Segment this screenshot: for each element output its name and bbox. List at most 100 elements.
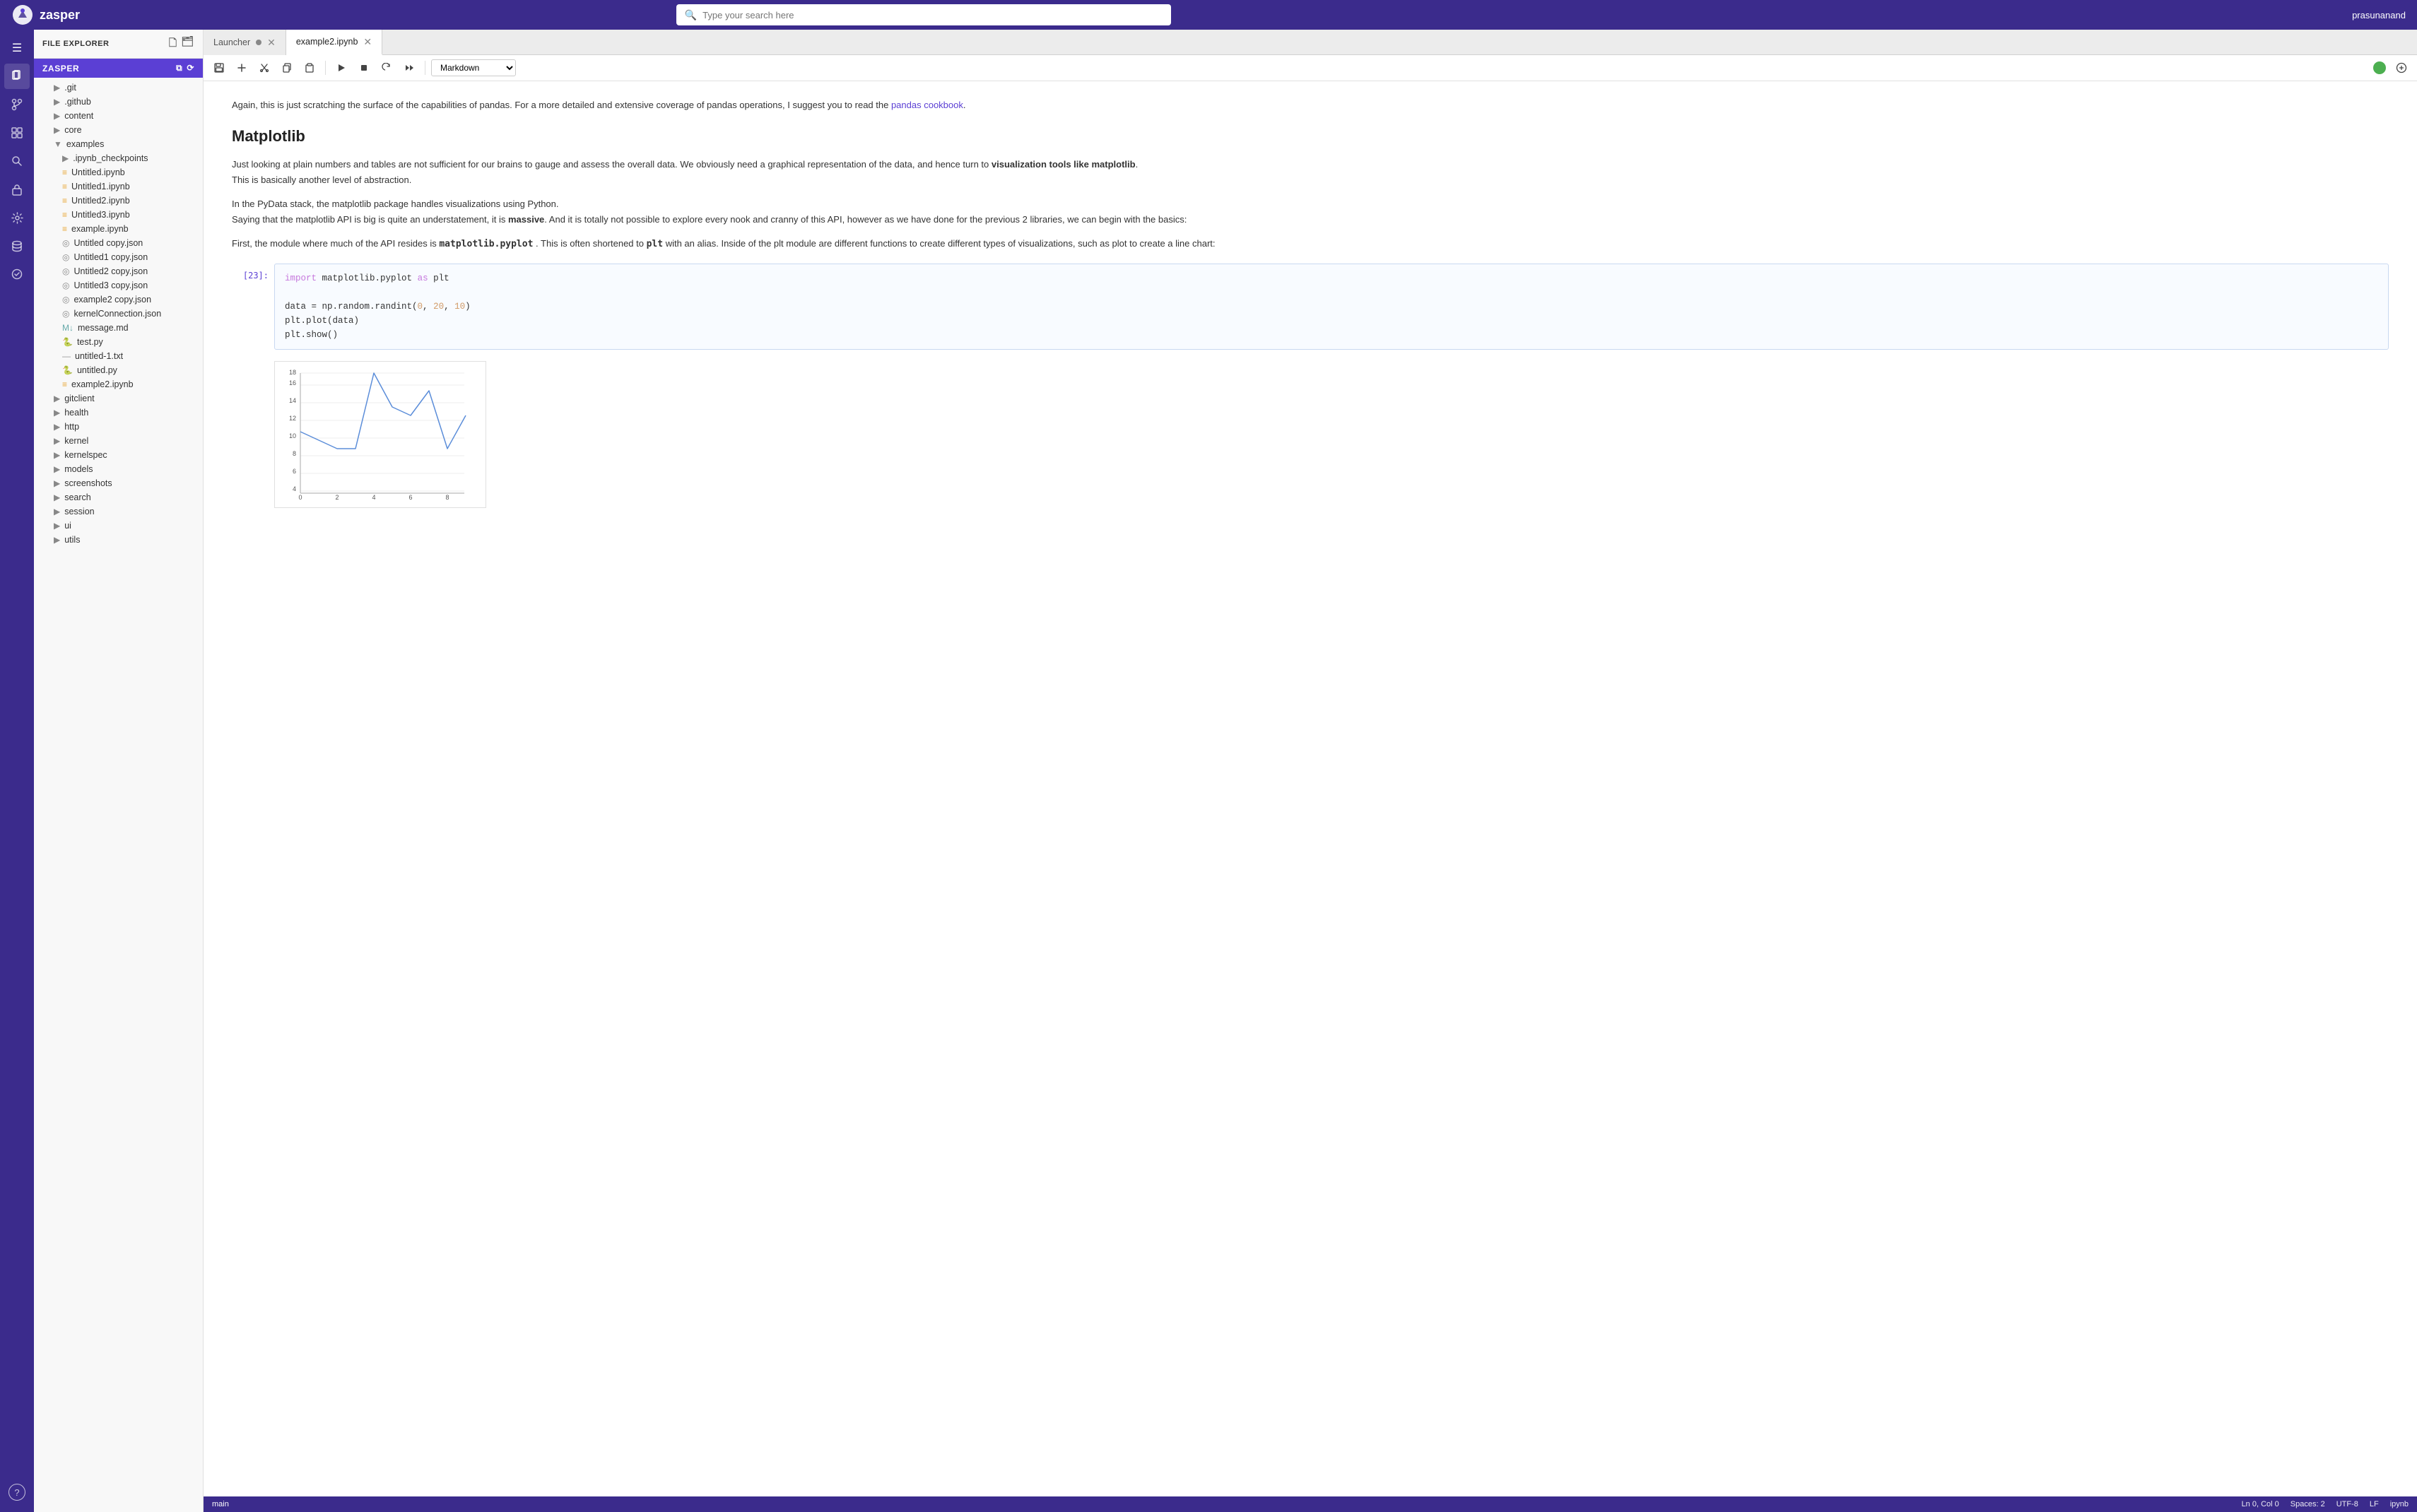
cut-button[interactable] <box>254 58 274 78</box>
folder-icon: ▶ <box>62 153 69 163</box>
code-cell-23: [23]: import matplotlib.pyplot as plt da… <box>232 264 2389 350</box>
sidebar-item-gitclient-folder[interactable]: ▶ gitclient <box>34 391 203 406</box>
chart-output: 4 6 8 10 12 14 16 18 0 2 4 6 8 <box>274 361 486 508</box>
sidebar-item-models-folder[interactable]: ▶ models <box>34 462 203 476</box>
sidebar-label: example2 copy.json <box>73 295 151 305</box>
add-cell-button[interactable] <box>232 58 252 78</box>
toolbar-right <box>2373 58 2411 78</box>
sidebar-item-message-md[interactable]: M↓ message.md <box>34 321 203 335</box>
sidebar-item-untitled2-ipynb[interactable]: ≡ Untitled2.ipynb <box>34 194 203 208</box>
logo-text: zasper <box>40 8 80 23</box>
sidebar-item-untitled-copy-json[interactable]: ◎ Untitled copy.json <box>34 236 203 250</box>
sidebar-label: Untitled2.ipynb <box>71 196 130 206</box>
paragraph-1-bold: visualization tools like matplotlib <box>992 159 1136 170</box>
sidebar-item-example2-copy-json[interactable]: ◎ example2 copy.json <box>34 293 203 307</box>
sidebar-item-ui-folder[interactable]: ▶ ui <box>34 519 203 533</box>
save-button[interactable] <box>209 58 229 78</box>
tab-launcher-close[interactable]: ✕ <box>267 37 276 47</box>
sidebar-item-help[interactable]: ? <box>8 1484 25 1501</box>
pandas-cookbook-link[interactable]: pandas cookbook <box>891 100 963 110</box>
json-icon: ◎ <box>62 266 69 276</box>
sidebar-item-kernelspec-folder[interactable]: ▶ kernelspec <box>34 448 203 462</box>
sidebar-item-settings[interactable] <box>4 205 30 230</box>
sidebar-item-test-py[interactable]: 🐍 test.py <box>34 335 203 349</box>
folder-icon: ▶ <box>54 422 60 432</box>
x-label-4: 4 <box>372 494 375 501</box>
sidebar-item-session-folder[interactable]: ▶ session <box>34 504 203 519</box>
chart-line <box>300 373 466 449</box>
sidebar-item-extensions[interactable] <box>4 120 30 146</box>
sidebar-item-kernel-folder[interactable]: ▶ kernel <box>34 434 203 448</box>
fast-forward-button[interactable] <box>399 58 419 78</box>
sidebar-item-files[interactable] <box>4 64 30 89</box>
sidebar-item-lock[interactable] <box>4 177 30 202</box>
y-label-16: 16 <box>289 379 296 386</box>
para3-code2: plt <box>647 239 663 249</box>
sidebar-item-untitled1-copy-json[interactable]: ◎ Untitled1 copy.json <box>34 250 203 264</box>
sidebar-item-github-folder[interactable]: ▶ .github <box>34 95 203 109</box>
sidebar-item-untitled-1-txt[interactable]: — untitled-1.txt <box>34 349 203 363</box>
cell-type-select[interactable]: Markdown Code Raw <box>431 59 516 76</box>
kw-as: as <box>418 273 428 283</box>
sidebar-item-screenshots-folder[interactable]: ▶ screenshots <box>34 476 203 490</box>
sidebar-item-search-nav[interactable] <box>4 148 30 174</box>
folder-icon: ▶ <box>54 394 60 403</box>
sidebar-label: Untitled2 copy.json <box>73 266 148 276</box>
extensions-icon <box>11 126 23 139</box>
activity-bar: ☰ <box>0 30 34 1512</box>
copy-button[interactable] <box>277 58 297 78</box>
sidebar-item-checkmark[interactable] <box>4 261 30 287</box>
search-bar[interactable]: 🔍 <box>676 4 1171 25</box>
sidebar-item-database[interactable] <box>4 233 30 259</box>
matplotlib-chart: 4 6 8 10 12 14 16 18 0 2 4 6 8 <box>281 367 478 502</box>
sidebar-item-example-ipynb[interactable]: ≡ example.ipynb <box>34 222 203 236</box>
toolbar-separator-1 <box>325 61 326 75</box>
run-button[interactable] <box>331 58 351 78</box>
y-label-10: 10 <box>289 432 296 439</box>
help-icon: ? <box>14 1487 19 1498</box>
sidebar-label: Untitled1.ipynb <box>71 182 130 191</box>
status-bar: main Ln 0, Col 0 Spaces: 2 UTF-8 LF ipyn… <box>204 1496 2417 1512</box>
tab-launcher[interactable]: Launcher ✕ <box>204 30 286 55</box>
sidebar-label: health <box>64 408 88 418</box>
brand-refresh-icon[interactable]: ⟳ <box>187 63 194 73</box>
sidebar-item-http-folder[interactable]: ▶ http <box>34 420 203 434</box>
restart-button[interactable] <box>377 58 396 78</box>
sidebar-item-menu[interactable]: ☰ <box>4 35 30 61</box>
folder-icon: ▶ <box>54 507 60 516</box>
x-label-8: 8 <box>445 494 449 501</box>
cut-icon <box>259 63 269 73</box>
sidebar-item-git[interactable] <box>4 92 30 117</box>
brand-copy-icon[interactable]: ⧉ <box>176 63 182 73</box>
new-file-icon[interactable]: 🗋 <box>169 35 177 52</box>
paste-button[interactable] <box>300 58 319 78</box>
sidebar-item-ipynb-checkpoints[interactable]: ▶ .ipynb_checkpoints <box>34 151 203 165</box>
sidebar-item-untitled3-copy-json[interactable]: ◎ Untitled3 copy.json <box>34 278 203 293</box>
tab-example2-ipynb[interactable]: example2.ipynb ✕ <box>286 30 382 55</box>
tab-example2-close[interactable]: ✕ <box>363 37 372 47</box>
sidebar-item-content-folder[interactable]: ▶ content <box>34 109 203 123</box>
sidebar-item-untitled-ipynb[interactable]: ≡ Untitled.ipynb <box>34 165 203 179</box>
sidebar-item-utils-folder[interactable]: ▶ utils <box>34 533 203 547</box>
new-folder-icon[interactable]: 🗂 <box>182 35 194 52</box>
sidebar-item-examples-folder[interactable]: ▼ examples <box>34 137 203 151</box>
sidebar-item-untitled3-ipynb[interactable]: ≡ Untitled3.ipynb <box>34 208 203 222</box>
sidebar-item-health-folder[interactable]: ▶ health <box>34 406 203 420</box>
sidebar-item-untitled1-ipynb[interactable]: ≡ Untitled1.ipynb <box>34 179 203 194</box>
sidebar-item-kernel-connection-json[interactable]: ◎ kernelConnection.json <box>34 307 203 321</box>
code-plain-comma1: , <box>423 302 433 312</box>
code-cell-content[interactable]: import matplotlib.pyplot as plt data = n… <box>274 264 2389 350</box>
sidebar-item-search-folder[interactable]: ▶ search <box>34 490 203 504</box>
sidebar-item-untitled2-copy-json[interactable]: ◎ Untitled2 copy.json <box>34 264 203 278</box>
stop-button[interactable] <box>354 58 374 78</box>
para2-sub: Saying that the matplotlib API is big is… <box>232 214 508 225</box>
kernel-settings-button[interactable] <box>2392 58 2411 78</box>
search-input[interactable] <box>702 10 1163 20</box>
sidebar-item-example2-ipynb[interactable]: ≡ example2.ipynb <box>34 377 203 391</box>
sidebar-item-untitled-py[interactable]: 🐍 untitled.py <box>34 363 203 377</box>
sidebar-item-core-folder[interactable]: ▶ core <box>34 123 203 137</box>
sidebar-item-git-folder[interactable]: ▶ .git <box>34 81 203 95</box>
sidebar-label: search <box>64 492 91 502</box>
sidebar-label: kernelConnection.json <box>73 309 161 319</box>
lock-icon <box>12 184 22 196</box>
